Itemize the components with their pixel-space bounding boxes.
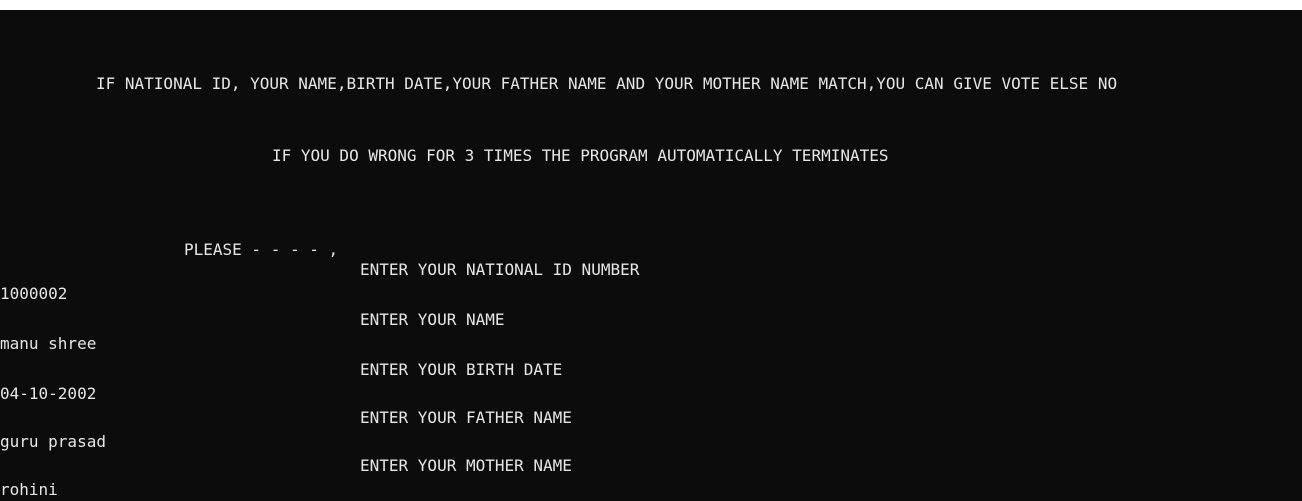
- prompt-father-name: ENTER YOUR FATHER NAME: [360, 408, 572, 427]
- rules-text: IF NATIONAL ID, YOUR NAME,BIRTH DATE,YOU…: [96, 74, 1118, 93]
- prompt-birth-date: ENTER YOUR BIRTH DATE: [360, 360, 563, 379]
- prompt-national-id: ENTER YOUR NATIONAL ID NUMBER: [360, 260, 640, 279]
- input-national-id: 1000002: [0, 284, 68, 303]
- console-window[interactable]: IF NATIONAL ID, YOUR NAME,BIRTH DATE,YOU…: [0, 10, 1302, 501]
- input-birth-date: 04-10-2002: [0, 384, 97, 403]
- warning-text: IF YOU DO WRONG FOR 3 TIMES THE PROGRAM …: [272, 146, 889, 165]
- input-mother-name[interactable]: rohini: [0, 480, 58, 500]
- input-father-name: guru prasad: [0, 432, 106, 451]
- prompt-name: ENTER YOUR NAME: [360, 310, 505, 329]
- prompt-mother-name: ENTER YOUR MOTHER NAME: [360, 456, 572, 475]
- input-name: manu shree: [0, 334, 97, 353]
- please-text: PLEASE - - - - ,: [184, 240, 339, 259]
